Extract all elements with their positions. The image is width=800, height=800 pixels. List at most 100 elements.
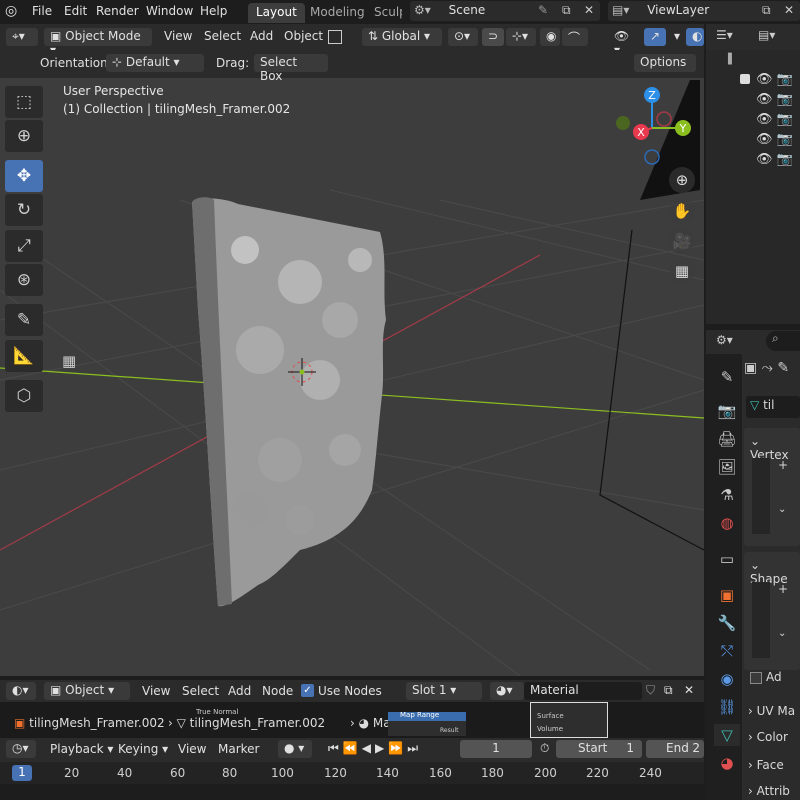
timeline-editor-icon[interactable]: ◷▾	[6, 740, 36, 758]
scale-tool[interactable]: ⤢	[5, 230, 43, 262]
face-maps-header[interactable]: › Face	[748, 758, 784, 772]
timeline-scrollbar[interactable]	[0, 784, 704, 800]
auto-keying-icon[interactable]: ● ▾	[278, 740, 312, 758]
camera-render-icon[interactable]: 📷	[777, 112, 793, 127]
camera-render-icon[interactable]: 📷	[777, 132, 793, 147]
uv-maps-header[interactable]: › UV Ma	[748, 704, 795, 718]
jump-start-icon[interactable]: ⏮	[328, 741, 343, 755]
object-visibility-checkbox[interactable]	[328, 30, 342, 44]
shader-node-editor[interactable]: ◐▾ ▣ Object ▾ View Select Add Node ✓ Use…	[0, 680, 704, 738]
eye-icon[interactable]: 👁 📷	[756, 70, 793, 90]
node-true-normal[interactable]: True Normal	[196, 708, 238, 716]
menu-select[interactable]: Select	[204, 29, 241, 43]
next-keyframe-icon[interactable]: ⏩	[388, 741, 407, 755]
color-attributes-header[interactable]: › Color	[748, 730, 788, 744]
timeline-view-menu[interactable]: View	[178, 742, 206, 756]
collection-checkbox[interactable]	[740, 74, 750, 84]
constraints-tab-icon[interactable]: ⛓	[714, 696, 740, 718]
fake-user-shield-icon[interactable]: ⛉	[646, 683, 655, 698]
ortho-grid-icon[interactable]: ▦	[669, 258, 695, 284]
menu-help[interactable]: Help	[200, 4, 227, 18]
visibility-dropdown[interactable]: 👁▾	[608, 28, 640, 57]
marker-menu[interactable]: Marker	[218, 742, 259, 756]
node-canvas[interactable]: ▣ tilingMesh_Framer.002 › ▽ tilingMesh_F…	[0, 702, 704, 738]
pin-icon[interactable]: ✎	[538, 3, 548, 17]
scene-tab-icon[interactable]: ⚗	[714, 484, 740, 506]
modifier-tab-icon[interactable]: 🔧	[714, 612, 740, 634]
end-frame-field[interactable]: End 2	[646, 740, 704, 758]
view-layer-tab-icon[interactable]: 🖼	[714, 456, 740, 478]
remove-scene-icon[interactable]: ✕	[584, 3, 594, 17]
eye-icon[interactable]: 👁 📷	[756, 90, 793, 110]
pin-data-icon[interactable]: ▣ ⤳ ✎	[744, 360, 789, 376]
view-layer-selector[interactable]: ▤▾ ViewLayer ⧉ ✕	[608, 1, 800, 21]
outliner-editor-icon[interactable]: ☰▾	[716, 28, 733, 42]
attributes-header[interactable]: › Attrib	[748, 784, 790, 798]
scene-selector[interactable]: ⚙▾ Scene ✎ ⧉ ✕	[410, 1, 600, 21]
collection-tab-icon[interactable]: ▭	[714, 548, 740, 570]
pivot-point-dropdown[interactable]: ⊙▾	[448, 28, 478, 46]
move-tool[interactable]: ✥	[5, 160, 43, 192]
falloff-dropdown[interactable]: ⌒	[562, 28, 588, 46]
add-rest-checkbox[interactable]	[750, 672, 762, 684]
remove-view-layer-icon[interactable]: ✕	[784, 3, 794, 17]
jump-end-icon[interactable]: ⏭	[407, 741, 422, 755]
transform-tool[interactable]: ⊛	[5, 264, 43, 296]
material-tab-icon[interactable]: ◕	[714, 752, 740, 774]
start-frame-field[interactable]: Start 1	[556, 740, 642, 758]
menu-add[interactable]: Add	[250, 29, 273, 43]
camera-view-icon[interactable]: 🎥	[669, 228, 695, 254]
material-name-field[interactable]: Material	[524, 682, 642, 700]
mesh-name-field[interactable]: ▽ til	[746, 396, 800, 418]
play-reverse-icon[interactable]: ◀	[362, 741, 375, 755]
playhead-frame-marker[interactable]: 1	[12, 765, 32, 781]
node-menu-add[interactable]: Add	[228, 684, 251, 698]
add-cube-tool[interactable]: ⬡	[5, 380, 43, 412]
add-shape-key-icon[interactable]: +	[778, 582, 788, 596]
tab-sculpt[interactable]: Sculp	[366, 3, 402, 23]
shape-key-menu-icon[interactable]: ⌄	[778, 628, 786, 639]
preview-range-icon[interactable]: ⏱	[540, 741, 549, 756]
snap-toggle-icon[interactable]: ⊃	[482, 28, 504, 46]
tiling-mesh-object[interactable]	[192, 197, 386, 607]
camera-render-icon[interactable]: 📷	[777, 152, 793, 167]
3d-viewport[interactable]: Z Y X Orientation: ⊹ Default ▾ Drag: Sel…	[0, 50, 704, 676]
unlink-material-icon[interactable]: ✕	[684, 683, 694, 697]
physics-tab-icon[interactable]: ◉	[714, 668, 740, 690]
shader-type-dropdown[interactable]: ▣ Object ▾	[44, 682, 130, 700]
particles-tab-icon[interactable]: ⤲	[714, 640, 740, 662]
blender-logo-icon[interactable]: ◎	[5, 3, 17, 19]
menu-file[interactable]: File	[32, 4, 52, 18]
play-icon[interactable]: ▶	[375, 741, 388, 755]
orientation-dropdown[interactable]: ⊹ Default ▾	[106, 54, 204, 72]
editor-type-button[interactable]: ⌖▾	[6, 28, 38, 46]
select-box-tool[interactable]: ⬚	[5, 86, 43, 118]
annotate-tool[interactable]: ✎	[5, 304, 43, 336]
snap-target-dropdown[interactable]: ⊹▾	[506, 28, 536, 46]
transform-orientation-dropdown[interactable]: ⇅ Global ▾	[362, 28, 442, 46]
render-tab-icon[interactable]: 📷	[714, 400, 740, 422]
object-tab-icon[interactable]: ▣	[714, 584, 740, 606]
new-view-layer-icon[interactable]: ⧉	[762, 3, 771, 18]
proportional-editing-icon[interactable]: ◉	[540, 28, 560, 46]
prev-keyframe-icon[interactable]: ⏪	[343, 741, 362, 755]
menu-render[interactable]: Render	[96, 4, 139, 18]
use-nodes-checkbox[interactable]: ✓	[301, 684, 314, 697]
eye-icon[interactable]: 👁 📷	[756, 130, 793, 150]
eye-icon[interactable]: 👁 📷	[756, 110, 793, 130]
display-mode-icon[interactable]: ▤▾	[758, 28, 775, 42]
menu-object[interactable]: Object	[284, 29, 323, 43]
tab-layout[interactable]: Layout	[248, 3, 305, 23]
menu-window[interactable]: Window	[146, 4, 193, 18]
map-range-node[interactable]: Map Range Result	[388, 711, 466, 736]
camera-render-icon[interactable]: 📷	[777, 72, 793, 87]
menu-edit[interactable]: Edit	[64, 4, 87, 18]
gizmo-toggle-icon[interactable]: ↗	[644, 28, 666, 46]
world-tab-icon[interactable]: ◍	[714, 512, 740, 534]
node-menu-view[interactable]: View	[142, 684, 170, 698]
cursor-tool[interactable]: ⊕	[5, 120, 43, 152]
output-tab-icon[interactable]: 🖨	[714, 428, 740, 450]
playback-menu[interactable]: Playback ▾	[50, 742, 113, 756]
pan-hand-icon[interactable]: ✋	[669, 198, 695, 224]
new-scene-icon[interactable]: ⧉	[562, 3, 571, 18]
